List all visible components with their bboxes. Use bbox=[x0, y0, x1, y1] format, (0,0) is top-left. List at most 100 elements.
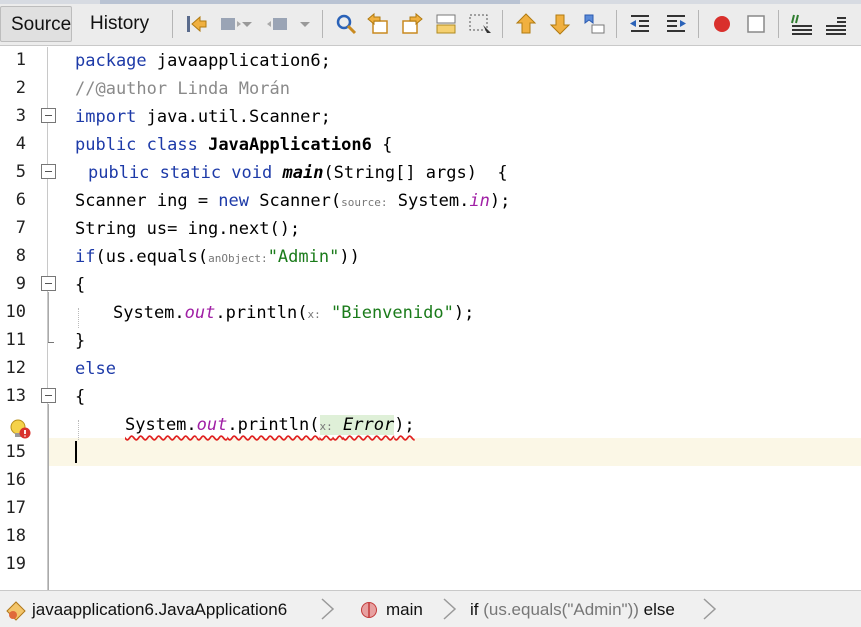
toolbar-separator bbox=[172, 10, 173, 38]
stop-macro-recording-button[interactable] bbox=[742, 10, 770, 38]
code-line-4: public class JavaApplication6 { bbox=[75, 135, 393, 155]
text-caret bbox=[75, 441, 77, 463]
code-line-6: Scanner ing = new Scanner(source: System… bbox=[75, 191, 511, 211]
line-number: 7 bbox=[15, 218, 26, 238]
code-line-13: { bbox=[75, 387, 86, 407]
line-number: 13 bbox=[5, 386, 26, 406]
tab-source-label: Source bbox=[11, 14, 72, 35]
editor-toolbar: Source History bbox=[0, 0, 861, 46]
class-icon bbox=[6, 601, 26, 621]
start-macro-recording-button[interactable] bbox=[708, 10, 736, 38]
toggle-highlight-button[interactable] bbox=[432, 10, 460, 38]
method-icon bbox=[361, 602, 377, 618]
chevron-down-icon bbox=[242, 22, 252, 27]
breadcrumb-class[interactable]: javaapplication6.JavaApplication6 bbox=[32, 591, 287, 627]
line-number: 6 bbox=[15, 190, 26, 210]
line-number: 19 bbox=[5, 554, 26, 574]
toolbar-separator bbox=[502, 10, 503, 38]
rect-selection-button[interactable] bbox=[466, 10, 494, 38]
shift-right-button[interactable] bbox=[662, 10, 690, 38]
code-line-2: //@author Linda Morán bbox=[75, 79, 290, 99]
line-number: 16 bbox=[5, 470, 26, 490]
fold-toggle-if-block[interactable] bbox=[41, 276, 56, 291]
current-line-highlight bbox=[49, 438, 861, 466]
navigation-breadcrumb: javaapplication6.JavaApplication6 main i… bbox=[0, 590, 861, 627]
chevron-right-icon bbox=[443, 598, 457, 620]
find-button[interactable] bbox=[332, 10, 360, 38]
fold-end-tick bbox=[48, 342, 54, 343]
line-number: 11 bbox=[5, 330, 26, 350]
forward-button[interactable] bbox=[266, 10, 294, 38]
toolbar-separator bbox=[616, 10, 617, 38]
toolbar-separator bbox=[698, 10, 699, 38]
uncomment-icon bbox=[826, 17, 846, 35]
line-number: 8 bbox=[15, 246, 26, 266]
undefined-symbol: Error bbox=[343, 415, 395, 435]
line-number: 4 bbox=[15, 134, 26, 154]
last-edit-icon bbox=[187, 15, 207, 33]
line-number: 3 bbox=[15, 106, 26, 126]
line-number: 1 bbox=[15, 50, 26, 70]
code-line-12: else bbox=[75, 359, 116, 379]
forward-icon bbox=[267, 18, 287, 30]
breadcrumb-if-else[interactable]: if (us.equals("Admin")) else bbox=[470, 591, 675, 627]
fold-toggle-import[interactable] bbox=[41, 108, 56, 123]
parameter-hint: x: bbox=[319, 420, 333, 433]
parameter-hint: anObject: bbox=[208, 252, 268, 265]
code-line-10: System.out.println(x: "Bienvenido"); bbox=[113, 303, 475, 323]
stop-icon bbox=[747, 15, 765, 33]
tab-history[interactable]: History bbox=[80, 6, 164, 42]
tab-source[interactable]: Source bbox=[0, 6, 72, 42]
line-number: 17 bbox=[5, 498, 26, 518]
fold-toggle-main[interactable] bbox=[41, 164, 56, 179]
code-line-9: { bbox=[75, 275, 86, 295]
line-number: 2 bbox=[15, 78, 26, 98]
tab-history-label: History bbox=[90, 13, 150, 34]
previous-bookmark-button[interactable] bbox=[512, 10, 540, 38]
find-next-button[interactable] bbox=[398, 10, 426, 38]
find-next-icon bbox=[402, 12, 423, 34]
comment-icon bbox=[791, 14, 812, 35]
find-previous-icon bbox=[367, 12, 388, 34]
line-number: 10 bbox=[5, 302, 26, 322]
code-line-14-error: System.out.println(x: Error); bbox=[125, 415, 415, 435]
line-number: 12 bbox=[5, 358, 26, 378]
last-edit-button[interactable] bbox=[182, 10, 210, 38]
comment-button[interactable] bbox=[788, 10, 816, 38]
breadcrumb-method[interactable]: main bbox=[386, 591, 423, 627]
parameter-hint: source: bbox=[341, 196, 388, 209]
uncomment-button[interactable] bbox=[822, 10, 850, 38]
code-line-8: if(us.equals(anObject:"Admin")) bbox=[75, 247, 360, 267]
fold-guide bbox=[48, 292, 49, 342]
toggle-bookmark-button[interactable] bbox=[580, 10, 608, 38]
chevron-down-icon bbox=[300, 22, 310, 27]
shift-left-icon bbox=[630, 15, 649, 32]
fold-guide bbox=[48, 404, 49, 590]
chevron-right-icon bbox=[703, 598, 717, 620]
fold-toggle-else-block[interactable] bbox=[41, 388, 56, 403]
code-line-1: package javaapplication6; bbox=[75, 51, 331, 71]
next-bookmark-button[interactable] bbox=[546, 10, 574, 38]
forward-dropdown[interactable] bbox=[296, 10, 314, 38]
window-top-strip bbox=[0, 0, 861, 4]
line-number: 5 bbox=[15, 162, 26, 182]
code-editor[interactable]: 1 2 3 4 5 6 7 8 9 10 11 12 13 15 16 17 1… bbox=[0, 47, 861, 590]
indent-guide bbox=[78, 308, 79, 328]
toggle-rect-selection-icon bbox=[469, 14, 491, 33]
previous-bookmark-icon bbox=[515, 13, 537, 34]
shift-left-button[interactable] bbox=[626, 10, 654, 38]
back-dropdown[interactable] bbox=[238, 10, 256, 38]
indent-guide bbox=[78, 420, 79, 440]
find-icon bbox=[336, 14, 357, 35]
toggle-highlight-icon bbox=[436, 14, 456, 34]
line-number: 9 bbox=[15, 274, 26, 294]
find-previous-button[interactable] bbox=[364, 10, 392, 38]
shift-right-icon bbox=[667, 15, 686, 32]
line-number: 15 bbox=[5, 442, 26, 462]
toolbar-separator bbox=[778, 10, 779, 38]
error-hint-bulb-icon[interactable] bbox=[8, 418, 32, 440]
chevron-right-icon bbox=[321, 598, 335, 620]
code-line-5: public static void main(String[] args) { bbox=[88, 163, 508, 183]
toolbar-separator bbox=[322, 10, 323, 38]
code-line-11: } bbox=[75, 331, 86, 351]
